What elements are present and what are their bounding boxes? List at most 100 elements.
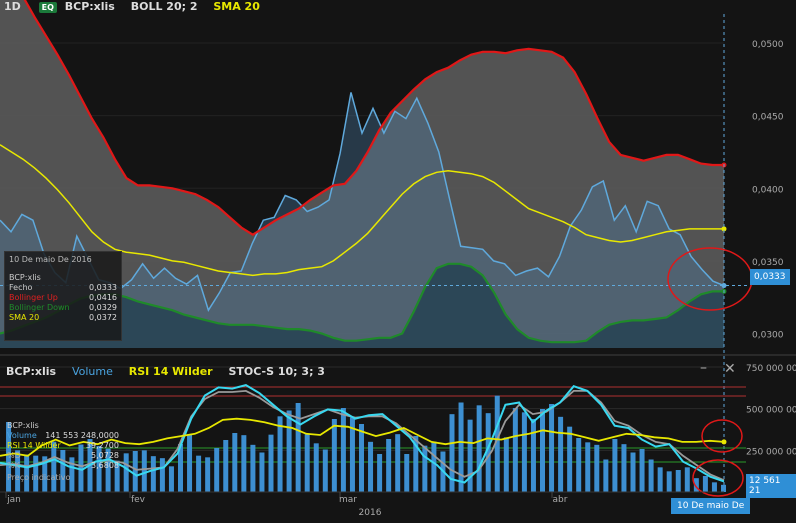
volume-bar	[702, 476, 708, 492]
lower-legend-row: %K 3,6808	[7, 461, 119, 471]
y-tick-label: 0,0500	[752, 40, 784, 50]
volume-bar	[196, 455, 202, 492]
y-tick-label: 0,0350	[752, 258, 784, 268]
lower-legend-value: 5,0728	[91, 451, 119, 460]
volume-bar	[223, 440, 229, 492]
volume-bar	[684, 467, 690, 492]
lower-legend-label: RSI 14 Wilder	[7, 441, 61, 450]
volume-bar	[711, 482, 717, 492]
volume-bar	[549, 404, 555, 492]
volume-bar	[585, 442, 591, 492]
volume-bar	[422, 445, 428, 492]
tooltip-date: 10 De maio De 2016	[9, 255, 92, 264]
y-tick-label: 0,0300	[752, 330, 784, 340]
volume-bar	[214, 448, 220, 492]
lower-y-tick-label: 250 000 000	[746, 447, 796, 457]
volume-bar	[259, 452, 265, 492]
volume-bar	[657, 467, 663, 492]
volume-bar	[530, 419, 536, 492]
lower-y-tick-label: 500 000 000	[746, 406, 796, 416]
tooltip-row-value: 0,0329	[89, 303, 117, 312]
volume-bar	[621, 444, 627, 492]
lower-legend-label: %K	[7, 461, 20, 470]
tooltip-row: Bollinger Down 0,0329	[9, 303, 117, 313]
price-tag: 0,0333	[750, 269, 790, 285]
volume-bar	[159, 458, 165, 492]
indicative-price-note: Preço indicativo	[7, 473, 71, 482]
volume-bar	[377, 454, 383, 492]
volume-bar	[648, 459, 654, 492]
volume-bar	[187, 434, 193, 492]
volume-bar	[168, 466, 174, 492]
y-tick-label: 0,0400	[752, 185, 784, 195]
tooltip-row-value: 0,0416	[89, 293, 117, 302]
tooltip-row-value: 0,0333	[89, 283, 117, 292]
lower-legend-row: Volume 141 553 248,0000	[7, 431, 119, 441]
volume-bar	[576, 438, 582, 492]
volume-bar	[322, 449, 328, 492]
volume-bar	[558, 416, 564, 492]
volume-bar	[612, 439, 618, 492]
volume-bar	[521, 412, 527, 492]
volume-bar	[395, 434, 401, 492]
tooltip-row-label: Bollinger Up	[9, 293, 58, 302]
x-tick-label: fev	[131, 495, 146, 505]
volume-bar	[232, 433, 238, 492]
close-icon[interactable]: ✕	[724, 361, 736, 377]
volume-bar	[132, 451, 138, 492]
volume-bar	[431, 441, 437, 492]
volume-bar	[295, 403, 301, 492]
lower-legend-row: %D 5,0728	[7, 451, 119, 461]
tooltip-row-label: Fecho	[9, 283, 33, 292]
rsi-marker	[721, 439, 727, 445]
volume-bar	[313, 443, 319, 492]
volume-bar	[603, 459, 609, 492]
chart-header: 1D EQ BCP:xlis BOLL 20; 2 SMA 20	[4, 0, 260, 13]
lower-legend-label: %D	[7, 451, 21, 460]
volume-bar	[286, 410, 292, 492]
volume-bar	[721, 484, 726, 492]
lower-legend: BCP:xlis Volume 141 553 248,0000 RSI 14 Wi…	[7, 421, 119, 483]
volume-bar	[476, 405, 482, 492]
date-tag: 10 De maio De	[671, 498, 751, 514]
volume-bar	[277, 416, 283, 492]
period-label[interactable]: 1D	[4, 0, 21, 13]
stoch-label[interactable]: STOC-S 10; 3; 3	[228, 365, 325, 378]
volume-bar	[666, 471, 672, 492]
volume-bar	[675, 470, 681, 492]
volume-bar	[594, 444, 600, 492]
volume-bar	[386, 439, 392, 492]
volume-label[interactable]: Volume	[72, 365, 113, 378]
tooltip-row: Fecho 0,0333	[9, 283, 117, 293]
volume-bar	[359, 424, 364, 492]
lower-legend-value: 141 553 248,0000	[45, 431, 119, 440]
volume-bar	[304, 434, 310, 492]
x-tick-label: mar	[339, 495, 357, 505]
volume-bar	[368, 441, 374, 492]
tooltip-row: Bollinger Up 0,0416	[9, 293, 117, 303]
tooltip-row-value: 0,0372	[89, 313, 117, 322]
y-tick-label: 0,0450	[752, 113, 784, 123]
sma-label[interactable]: SMA 20	[213, 0, 260, 13]
tooltip-symbol: BCP:xlis	[9, 273, 41, 282]
year-label: 2016	[359, 508, 382, 518]
x-tick-label: jan	[6, 495, 21, 505]
volume-bar	[404, 454, 410, 492]
volume-bar	[205, 457, 211, 492]
x-tick-label: abr	[553, 495, 568, 505]
tooltip-row-label: Bollinger Down	[9, 303, 70, 312]
lower-legend-row: RSI 14 Wilder 39,2700	[7, 441, 119, 451]
bollinger-label[interactable]: BOLL 20; 2	[131, 0, 198, 13]
panel-divider	[0, 354, 796, 356]
symbol-label[interactable]: BCP:xlis	[65, 0, 115, 13]
volume-bar	[467, 419, 473, 492]
volume-bar	[331, 419, 337, 492]
lower-header: BCP:xlis Volume RSI 14 Wilder STOC-S 10;…	[6, 365, 325, 378]
lower-y-tick-label: 750 000 000	[746, 364, 796, 374]
lower-legend-symbol: BCP:xlis	[7, 421, 39, 430]
volume-bar	[639, 449, 645, 492]
rsi-label[interactable]: RSI 14 Wilder	[129, 365, 213, 378]
minimize-icon[interactable]: –	[700, 360, 707, 376]
lower-symbol[interactable]: BCP:xlis	[6, 365, 56, 378]
lower-legend-label: Volume	[7, 431, 37, 440]
